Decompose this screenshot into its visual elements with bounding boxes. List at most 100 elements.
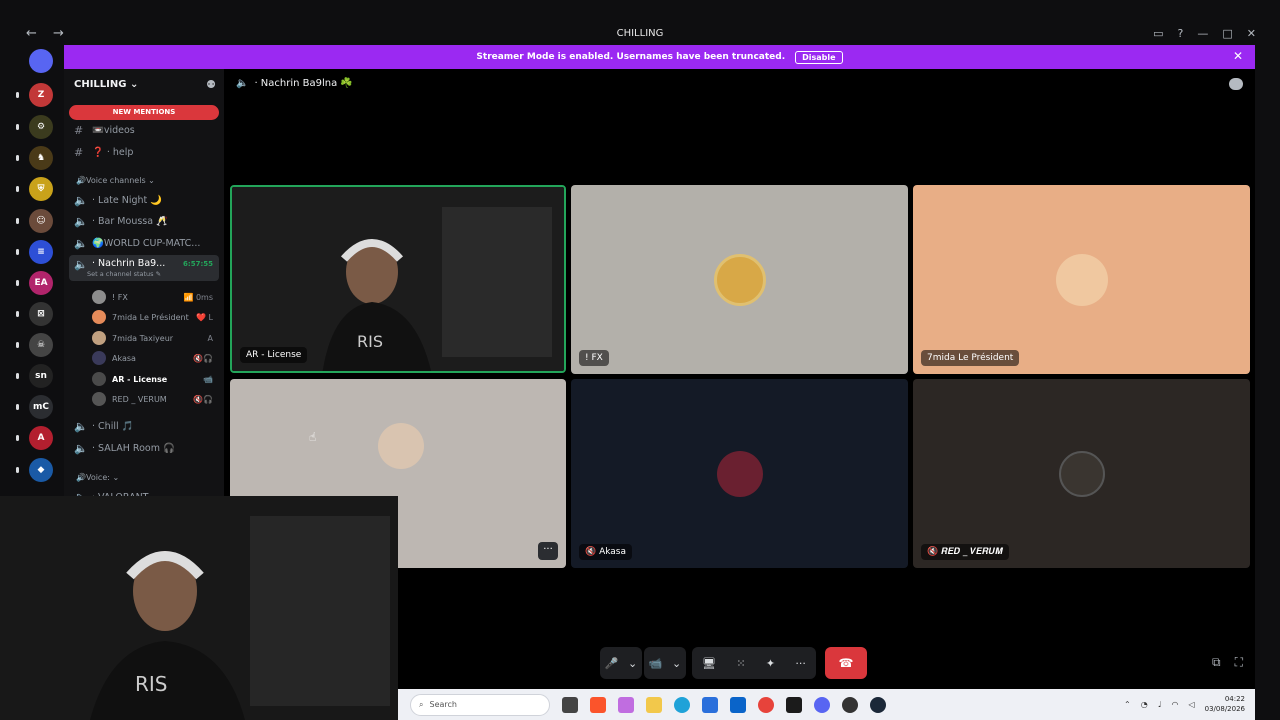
avatar [92, 392, 106, 406]
edge-icon[interactable] [674, 696, 690, 713]
unread-pip [16, 92, 19, 98]
avatar [378, 423, 424, 469]
server-icon[interactable]: ☺ [29, 209, 53, 233]
window-title: CHILLING [616, 28, 664, 39]
voice2-category[interactable]: 🔊Voice: ⌄ [76, 473, 119, 482]
windows-taskbar: ⌕ Search ⌃ ◔ ♩ ◠ ◁ 04:22 03/08/2026 [398, 689, 1255, 720]
taskbar-search[interactable]: ⌕ Search [410, 693, 550, 716]
hash-icon: # [74, 123, 84, 137]
svg-text:RIS: RIS [357, 332, 383, 351]
voice-bar-moussa[interactable]: 🔈 · Bar Moussa 🥂 [74, 211, 219, 231]
voice-user[interactable]: AR - License 📹 [92, 370, 217, 388]
new-mentions-pill[interactable]: NEW MENTIONS [69, 105, 219, 120]
server-icon[interactable]: ≡ [29, 240, 53, 264]
voice-user[interactable]: Akasa 🔇🎧 [92, 349, 217, 367]
channel-help[interactable]: # ❓ · help [74, 142, 219, 162]
participant-name: AR - License [240, 347, 308, 363]
server-icon[interactable]: ☠ [29, 333, 53, 357]
hash-icon: # [74, 145, 84, 159]
task-view-icon[interactable] [562, 696, 578, 713]
microphone-icon[interactable]: 🎤 [605, 657, 619, 670]
banner-close-icon[interactable]: ✕ [1233, 49, 1243, 63]
server-icon[interactable]: A [29, 426, 53, 450]
more-icon[interactable]: ··· [795, 657, 806, 670]
soundboard-icon[interactable]: ✦ [766, 657, 775, 670]
avatar [92, 331, 106, 345]
network-icon[interactable]: ◔ [1141, 700, 1148, 709]
voice-user[interactable]: ! FX 📶 0ms [92, 288, 217, 306]
channel-videos[interactable]: # 📼videos [74, 120, 219, 140]
server-icon[interactable] [29, 49, 53, 73]
brave-icon[interactable] [590, 696, 606, 713]
server-icon[interactable]: Z [29, 83, 53, 107]
speaker-icon: 🔈 [74, 419, 88, 433]
server-icon[interactable]: ⚙ [29, 115, 53, 139]
camera-feed: RIS [232, 187, 564, 371]
server-icon[interactable]: sn [29, 364, 53, 388]
screen-share-icon[interactable]: 🖥 [702, 657, 716, 670]
clock[interactable]: 04:22 03/08/2026 [1205, 694, 1245, 714]
video-tile-fx[interactable]: ! FX [571, 185, 908, 374]
unread-pip [16, 467, 19, 473]
chat-icon[interactable] [1229, 78, 1243, 90]
inbox-icon[interactable]: ▭ [1153, 27, 1163, 40]
outlook-icon[interactable] [730, 696, 746, 713]
popout-icon[interactable]: ⧉ [1212, 655, 1221, 670]
app-icon[interactable] [842, 696, 858, 713]
mic-control[interactable]: 🎤 ⌄ [600, 647, 642, 679]
voice-user[interactable]: 7mida Taxiyeur A [92, 329, 217, 347]
activities-icon[interactable]: ⁙ [736, 657, 745, 670]
video-tile-akasa[interactable]: 🔇 Akasa [571, 379, 908, 568]
user-status-icons: 🔇🎧 [193, 394, 213, 404]
steam-icon[interactable] [870, 696, 886, 713]
more-options-button[interactable]: ··· [538, 542, 558, 560]
store-icon[interactable] [702, 696, 718, 713]
camera-icon[interactable]: 📹 [649, 657, 663, 670]
server-icon[interactable]: EA [29, 271, 53, 295]
voice-user[interactable]: 7mida Le Président ❤️ L [92, 308, 217, 326]
unread-pip [16, 404, 19, 410]
voice-user[interactable]: RED _ VERUM 🔇🎧 [92, 390, 217, 408]
mic-tray-icon[interactable]: ♩ [1158, 700, 1162, 709]
camera-control[interactable]: 📹 ⌄ [644, 647, 686, 679]
server-icon[interactable]: ⛨ [29, 177, 53, 201]
voice-world-cup[interactable]: 🔈 🌍WORLD CUP-MATC... [74, 233, 219, 253]
chevron-up-icon[interactable]: ⌃ [1124, 700, 1131, 709]
unread-pip [16, 280, 19, 286]
voice-chill[interactable]: 🔈 · Chill 🎵 [74, 416, 219, 436]
server-icon[interactable]: ♞ [29, 146, 53, 170]
wifi-icon[interactable]: ◠ [1172, 700, 1179, 709]
system-tray: ⌃ ◔ ♩ ◠ ◁ 04:22 03/08/2026 [1124, 694, 1245, 714]
voice-late-night[interactable]: 🔈 · Late Night 🌙 [74, 190, 219, 210]
avatar [716, 450, 763, 497]
minimize-button[interactable]: — [1197, 27, 1208, 40]
chevron-down-icon[interactable]: ⌄ [672, 657, 681, 670]
discord-icon[interactable] [814, 696, 830, 713]
server-icon[interactable]: ⊠ [29, 302, 53, 326]
help-icon[interactable]: ? [1178, 27, 1184, 40]
server-icon[interactable]: ◆ [29, 458, 53, 482]
end-call-button[interactable]: ☎ [825, 647, 867, 679]
add-member-icon[interactable]: ⚉ [206, 78, 216, 91]
user-name: Akasa [112, 353, 136, 363]
voice-nachrin-active[interactable]: 🔈 · Nachrin Ba9... 6:57:55 Set a channel … [69, 255, 219, 281]
chevron-down-icon[interactable]: ⌄ [628, 657, 637, 670]
chrome-icon[interactable] [758, 696, 774, 713]
file-explorer-icon[interactable] [646, 696, 662, 713]
maximize-button[interactable]: □ [1222, 27, 1232, 40]
server-icon[interactable]: mC [29, 395, 53, 419]
fullscreen-icon[interactable]: ⛶ [1235, 655, 1243, 670]
video-tile-red-verum[interactable]: 🔇 𝑹𝑬𝑫 _ 𝑽𝑬𝑹𝑼𝑴 [913, 379, 1250, 568]
close-button[interactable]: ✕ [1247, 27, 1256, 40]
video-tile-7mida[interactable]: 7mida Le Président [913, 185, 1250, 374]
voice-category[interactable]: 🔊Voice channels ⌄ [76, 176, 155, 185]
copilot-icon[interactable] [618, 696, 634, 713]
terminal-icon[interactable] [786, 696, 802, 713]
volume-icon[interactable]: ◁ [1188, 700, 1194, 709]
speaker-icon: 🔈 [236, 78, 249, 89]
server-name[interactable]: CHILLING ⌄ [74, 79, 138, 90]
voice-salah-room[interactable]: 🔈 · SALAH Room 🎧 [74, 438, 219, 458]
channel-status[interactable]: Set a channel status ✎ [87, 270, 161, 278]
disable-button[interactable]: Disable [795, 50, 843, 64]
video-tile-ar-license[interactable]: RIS AR - License [230, 185, 566, 373]
